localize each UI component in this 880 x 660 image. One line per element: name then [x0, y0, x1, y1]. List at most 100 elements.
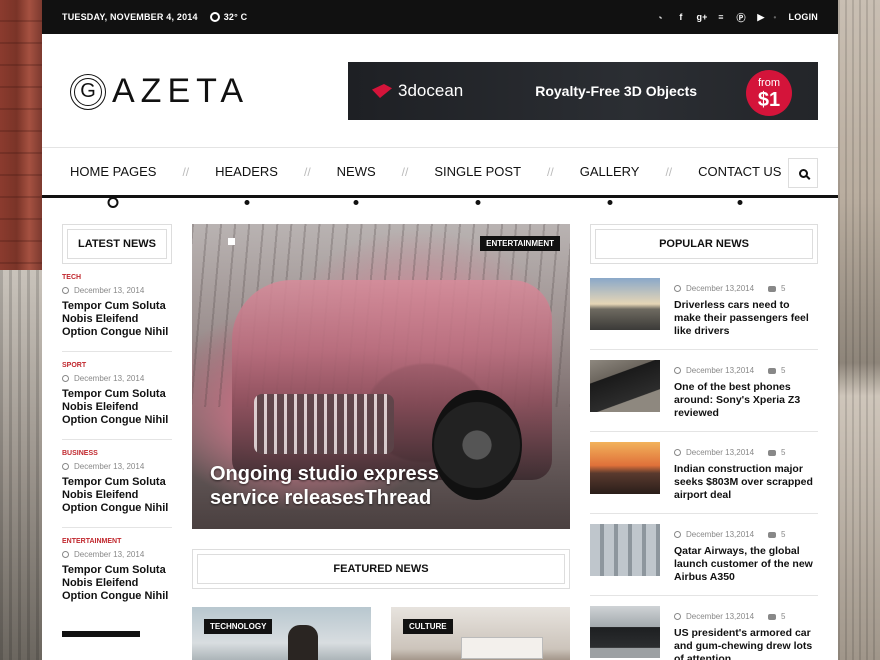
- nav-divider: //: [401, 164, 409, 179]
- clock-icon: [62, 375, 69, 382]
- facebook-icon[interactable]: f: [676, 12, 685, 22]
- comment-icon: [768, 367, 777, 374]
- list-item[interactable]: December 13,2014 5 One of the best phones…: [590, 360, 818, 432]
- nav-dot: [353, 200, 359, 205]
- nav-item-gallery[interactable]: GALLERY: [580, 164, 639, 205]
- post-thumbnail[interactable]: [590, 442, 660, 494]
- clock-icon: [674, 531, 681, 538]
- post-date: December 13,2014: [686, 612, 755, 621]
- featured-card[interactable]: TECHNOLOGY: [192, 607, 371, 660]
- rss-icon[interactable]: ≡: [716, 12, 725, 22]
- nav-item-headers[interactable]: HEADERS: [215, 164, 278, 205]
- post-title[interactable]: Qatar Airways, the global launch custome…: [674, 545, 818, 584]
- clock-icon: [674, 449, 681, 456]
- nav-item-single-post[interactable]: SINGLE POST: [434, 164, 521, 205]
- list-item[interactable]: December 13,2014 5 US president's armored…: [590, 606, 818, 660]
- latest-news-title: LATEST NEWS: [67, 229, 167, 259]
- post-title[interactable]: Tempor Cum Soluta Nobis Eleifend Option …: [62, 564, 172, 603]
- nav-label: HEADERS: [215, 164, 278, 179]
- post-meta: December 13,2014 5: [674, 612, 818, 621]
- search-button[interactable]: [788, 158, 818, 188]
- twitter-icon[interactable]: ˞: [656, 12, 665, 22]
- background-wall: [0, 270, 42, 660]
- banner-price: $1: [757, 89, 781, 111]
- youtube-icon[interactable]: ▶: [756, 12, 765, 23]
- ad-banner[interactable]: 3docean Royalty-Free 3D Objects from $1: [348, 62, 818, 120]
- clock-icon: [62, 551, 69, 558]
- nav-item-contact-us[interactable]: CONTACT US: [698, 164, 782, 205]
- banner-tagline: Royalty-Free 3D Objects: [535, 83, 698, 99]
- list-item[interactable]: BUSINESS December 13, 2014 Tempor Cum So…: [62, 440, 172, 528]
- post-date: December 13, 2014: [74, 462, 145, 471]
- featured-news-title: FEATURED NEWS: [197, 554, 565, 584]
- pinterest-icon[interactable]: Ⓟ: [736, 11, 745, 24]
- post-body: December 13,2014 5 One of the best phones…: [674, 360, 818, 420]
- category-label[interactable]: ENTERTAINMENT: [62, 538, 172, 545]
- background-right: [838, 0, 880, 660]
- list-item[interactable]: TECH December 13, 2014 Tempor Cum Soluta…: [62, 264, 172, 352]
- list-item[interactable]: December 13,2014 5 Driverless cars need t…: [590, 278, 818, 350]
- post-title[interactable]: US president's armored car and gum-chewi…: [674, 627, 818, 660]
- 3docean-logo-icon: [372, 84, 392, 98]
- post-thumbnail[interactable]: [590, 606, 660, 658]
- main-nav: HOME PAGES // HEADERS // NEWS // SINGLE …: [42, 148, 838, 208]
- category-label[interactable]: BUSINESS: [62, 450, 172, 457]
- hero-slide[interactable]: ENTERTAINMENT Ongoing studio express ser…: [192, 224, 570, 529]
- site-header: G AZETA 3docean Royalty-Free 3D Objects …: [42, 34, 838, 148]
- post-date: December 13,2014: [686, 530, 755, 539]
- post-date: December 13,2014: [686, 284, 755, 293]
- post-title[interactable]: Tempor Cum Soluta Nobis Eleifend Option …: [62, 476, 172, 515]
- featured-card[interactable]: CULTURE: [391, 607, 570, 660]
- list-item[interactable]: ENTERTAINMENT December 13, 2014 Tempor C…: [62, 528, 172, 615]
- nav-label: CONTACT US: [698, 164, 782, 179]
- post-meta: December 13,2014 5: [674, 366, 818, 375]
- nav-dot: [607, 200, 613, 205]
- category-badge[interactable]: TECHNOLOGY: [204, 619, 273, 634]
- site-logo[interactable]: G AZETA: [70, 72, 249, 111]
- google-plus-icon[interactable]: g+: [696, 12, 707, 22]
- list-item[interactable]: December 13,2014 5 Qatar Airways, the glo…: [590, 524, 818, 596]
- post-title[interactable]: Tempor Cum Soluta Nobis Eleifend Option …: [62, 300, 172, 339]
- comment-icon: [768, 449, 777, 456]
- slider-indicator-icon[interactable]: [228, 238, 235, 245]
- post-title[interactable]: Driverless cars need to make their passe…: [674, 299, 818, 338]
- search-icon: [798, 168, 808, 178]
- post-thumbnail[interactable]: [590, 524, 660, 576]
- social-links: ˞ f g+ ≡ Ⓟ ▶: [656, 11, 765, 24]
- latest-news-heading: LATEST NEWS: [62, 224, 172, 264]
- post-meta: December 13, 2014: [62, 550, 172, 559]
- post-thumbnail[interactable]: [590, 360, 660, 412]
- post-date: December 13, 2014: [74, 374, 145, 383]
- post-thumbnail[interactable]: [590, 278, 660, 330]
- list-item[interactable]: December 13,2014 5 Indian construction ma…: [590, 442, 818, 514]
- post-body: December 13,2014 5 Qatar Airways, the glo…: [674, 524, 818, 584]
- nav-item-news[interactable]: NEWS: [336, 164, 376, 205]
- hero-truck-grille: [254, 394, 394, 454]
- logo-mark: G: [70, 73, 106, 110]
- post-date: December 13,2014: [686, 366, 755, 375]
- main-content: ENTERTAINMENT Ongoing studio express ser…: [192, 224, 570, 660]
- comment-icon: [768, 285, 777, 292]
- post-title[interactable]: Tempor Cum Soluta Nobis Eleifend Option …: [62, 388, 172, 427]
- comment-count: 5: [781, 612, 786, 621]
- login-link[interactable]: LOGIN: [789, 12, 819, 22]
- more-bar[interactable]: [62, 631, 140, 637]
- category-label[interactable]: TECH: [62, 274, 172, 281]
- banner-brand-name: 3docean: [398, 81, 464, 100]
- nav-active-indicator: [107, 197, 119, 208]
- hero-headline[interactable]: Ongoing studio express service releasesT…: [210, 462, 510, 510]
- comment-count: 5: [781, 366, 786, 375]
- category-badge[interactable]: CULTURE: [403, 619, 453, 634]
- nav-label: NEWS: [336, 164, 376, 179]
- nav-label: HOME PAGES: [70, 164, 157, 179]
- post-title[interactable]: Indian construction major seeks $803M ov…: [674, 463, 818, 502]
- category-label[interactable]: SPORT: [62, 362, 172, 369]
- category-badge[interactable]: ENTERTAINMENT: [480, 236, 560, 251]
- weather: 32° C: [209, 12, 248, 22]
- clock-icon: [674, 613, 681, 620]
- nav-divider: //: [665, 164, 673, 179]
- post-meta: December 13, 2014: [62, 462, 172, 471]
- post-title[interactable]: One of the best phones around: Sony's Xp…: [674, 381, 818, 420]
- list-item[interactable]: SPORT December 13, 2014 Tempor Cum Solut…: [62, 352, 172, 440]
- nav-item-home-pages[interactable]: HOME PAGES: [70, 164, 157, 208]
